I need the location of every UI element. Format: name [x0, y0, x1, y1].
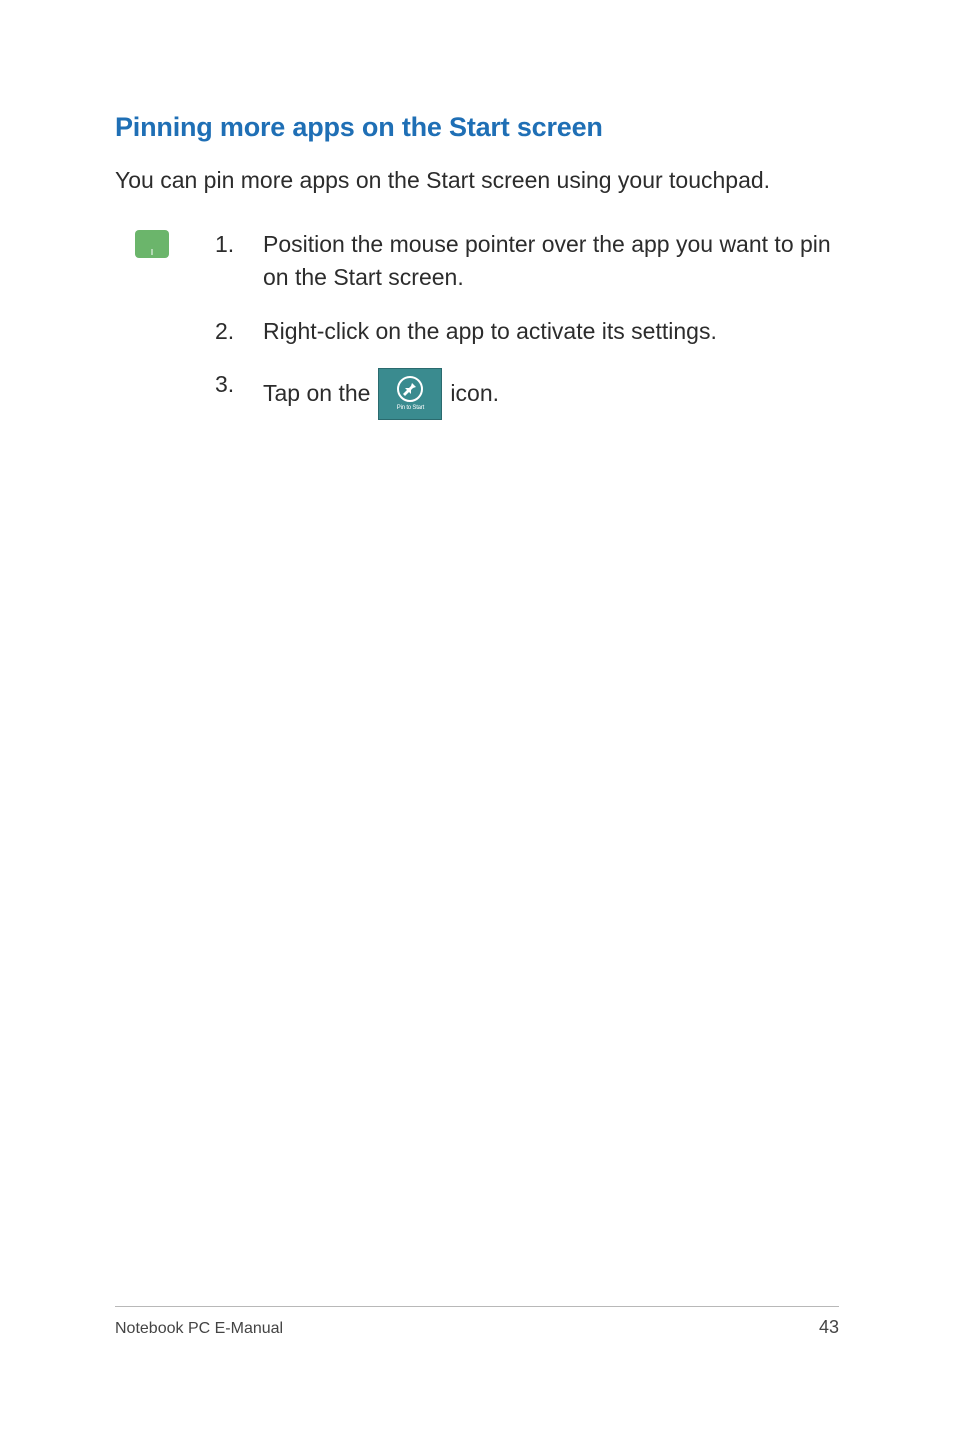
- page-content: Pinning more apps on the Start screen Yo…: [0, 0, 954, 440]
- step-text-before: Tap on the: [263, 377, 370, 410]
- step-text: Position the mouse pointer over the app …: [263, 228, 839, 295]
- step-2: 2. Right-click on the app to activate it…: [215, 315, 839, 348]
- footer-page-number: 43: [819, 1317, 839, 1338]
- instruction-block: 1. Position the mouse pointer over the a…: [115, 228, 839, 440]
- page-footer: Notebook PC E-Manual 43: [115, 1306, 839, 1338]
- step-1: 1. Position the mouse pointer over the a…: [215, 228, 839, 295]
- section-heading: Pinning more apps on the Start screen: [115, 112, 839, 143]
- step-number: 1.: [215, 228, 263, 261]
- pin-to-start-icon: Pin to Start: [378, 368, 442, 420]
- steps-list: 1. Position the mouse pointer over the a…: [215, 228, 839, 440]
- footer-document-title: Notebook PC E-Manual: [115, 1320, 283, 1338]
- pin-icon-label: Pin to Start: [397, 404, 424, 413]
- touchpad-icon-wrapper: [135, 228, 169, 258]
- step-text: Right-click on the app to activate its s…: [263, 315, 839, 348]
- touchpad-icon: [135, 230, 169, 258]
- step-text: Tap on the Pin to Start icon.: [263, 368, 839, 420]
- step-text-after: icon.: [450, 377, 499, 410]
- step-number: 3.: [215, 368, 263, 401]
- step-number: 2.: [215, 315, 263, 348]
- intro-paragraph: You can pin more apps on the Start scree…: [115, 165, 839, 196]
- pin-svg-icon: [403, 382, 417, 396]
- pin-circle-icon: [397, 376, 423, 402]
- step-3: 3. Tap on the Pin to Start icon.: [215, 368, 839, 420]
